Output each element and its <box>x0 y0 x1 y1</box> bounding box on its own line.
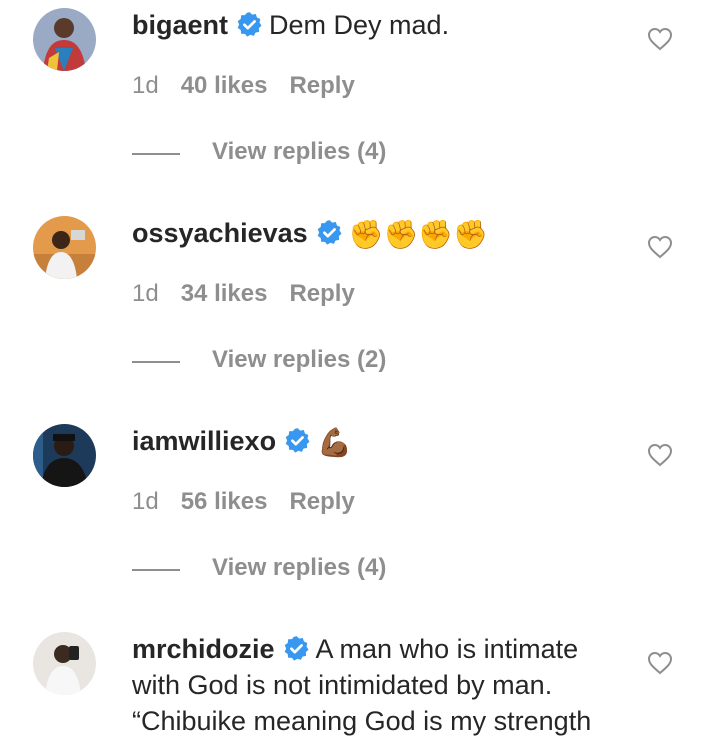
emoji-flexed-biceps: 💪🏾 <box>317 427 352 458</box>
comment-body: bigaent Dem Dey mad. <box>132 7 622 43</box>
avatar[interactable] <box>33 8 96 71</box>
heart-outline-icon[interactable] <box>647 27 673 51</box>
comment-meta: 1d 40 likes Reply <box>132 72 377 100</box>
heart-outline-icon[interactable] <box>647 235 673 259</box>
likes-count[interactable]: 34 likes <box>181 280 268 307</box>
comment-username[interactable]: ossyachievas <box>132 218 308 248</box>
comment-item: ossyachievas ✊✊✊✊ 1d 34 likes Reply View re… <box>0 208 720 416</box>
comment-text: Dem Dey mad. <box>269 10 450 40</box>
reply-button[interactable]: Reply <box>289 488 354 515</box>
comment-timestamp: 1d <box>132 280 159 307</box>
avatar[interactable] <box>33 424 96 487</box>
comment-body: iamwilliexo 💪🏾 <box>132 423 622 459</box>
comment-item: bigaent Dem Dey mad. 1d 40 likes Reply View… <box>0 0 720 208</box>
likes-count[interactable]: 40 likes <box>181 72 268 99</box>
comment-meta: 1d 34 likes Reply <box>132 280 377 308</box>
comment-item: iamwilliexo 💪🏾 1d 56 likes Reply View repli… <box>0 416 720 624</box>
comment-body: mrchidozie A man who is intimate with God… <box>132 631 622 739</box>
view-replies-label: View replies (4) <box>212 554 387 581</box>
verified-badge-icon <box>284 427 311 454</box>
avatar[interactable] <box>33 632 96 695</box>
comment-username[interactable]: iamwilliexo <box>132 426 276 456</box>
comment-body: ossyachievas ✊✊✊✊ <box>132 215 622 251</box>
comment-meta: 1d 56 likes Reply <box>132 488 377 516</box>
avatar[interactable] <box>33 216 96 279</box>
heart-outline-icon[interactable] <box>647 443 673 467</box>
reply-button[interactable]: Reply <box>289 72 354 99</box>
replies-divider <box>132 569 180 571</box>
comment-timestamp: 1d <box>132 488 159 515</box>
verified-badge-icon <box>283 635 310 662</box>
likes-count[interactable]: 56 likes <box>181 488 268 515</box>
replies-divider <box>132 361 180 363</box>
comment-username[interactable]: mrchidozie <box>132 634 275 664</box>
verified-badge-icon <box>236 11 263 38</box>
reply-button[interactable]: Reply <box>289 280 354 307</box>
replies-divider <box>132 153 180 155</box>
view-replies-label: View replies (4) <box>212 138 387 165</box>
heart-outline-icon[interactable] <box>647 651 673 675</box>
comment-timestamp: 1d <box>132 72 159 99</box>
verified-badge-icon <box>316 219 343 246</box>
view-replies-label: View replies (2) <box>212 346 387 373</box>
emoji-fist: ✊✊✊✊ <box>348 219 489 250</box>
comment-username[interactable]: bigaent <box>132 10 228 40</box>
comment-item: mrchidozie A man who is intimate with God… <box>0 624 720 743</box>
